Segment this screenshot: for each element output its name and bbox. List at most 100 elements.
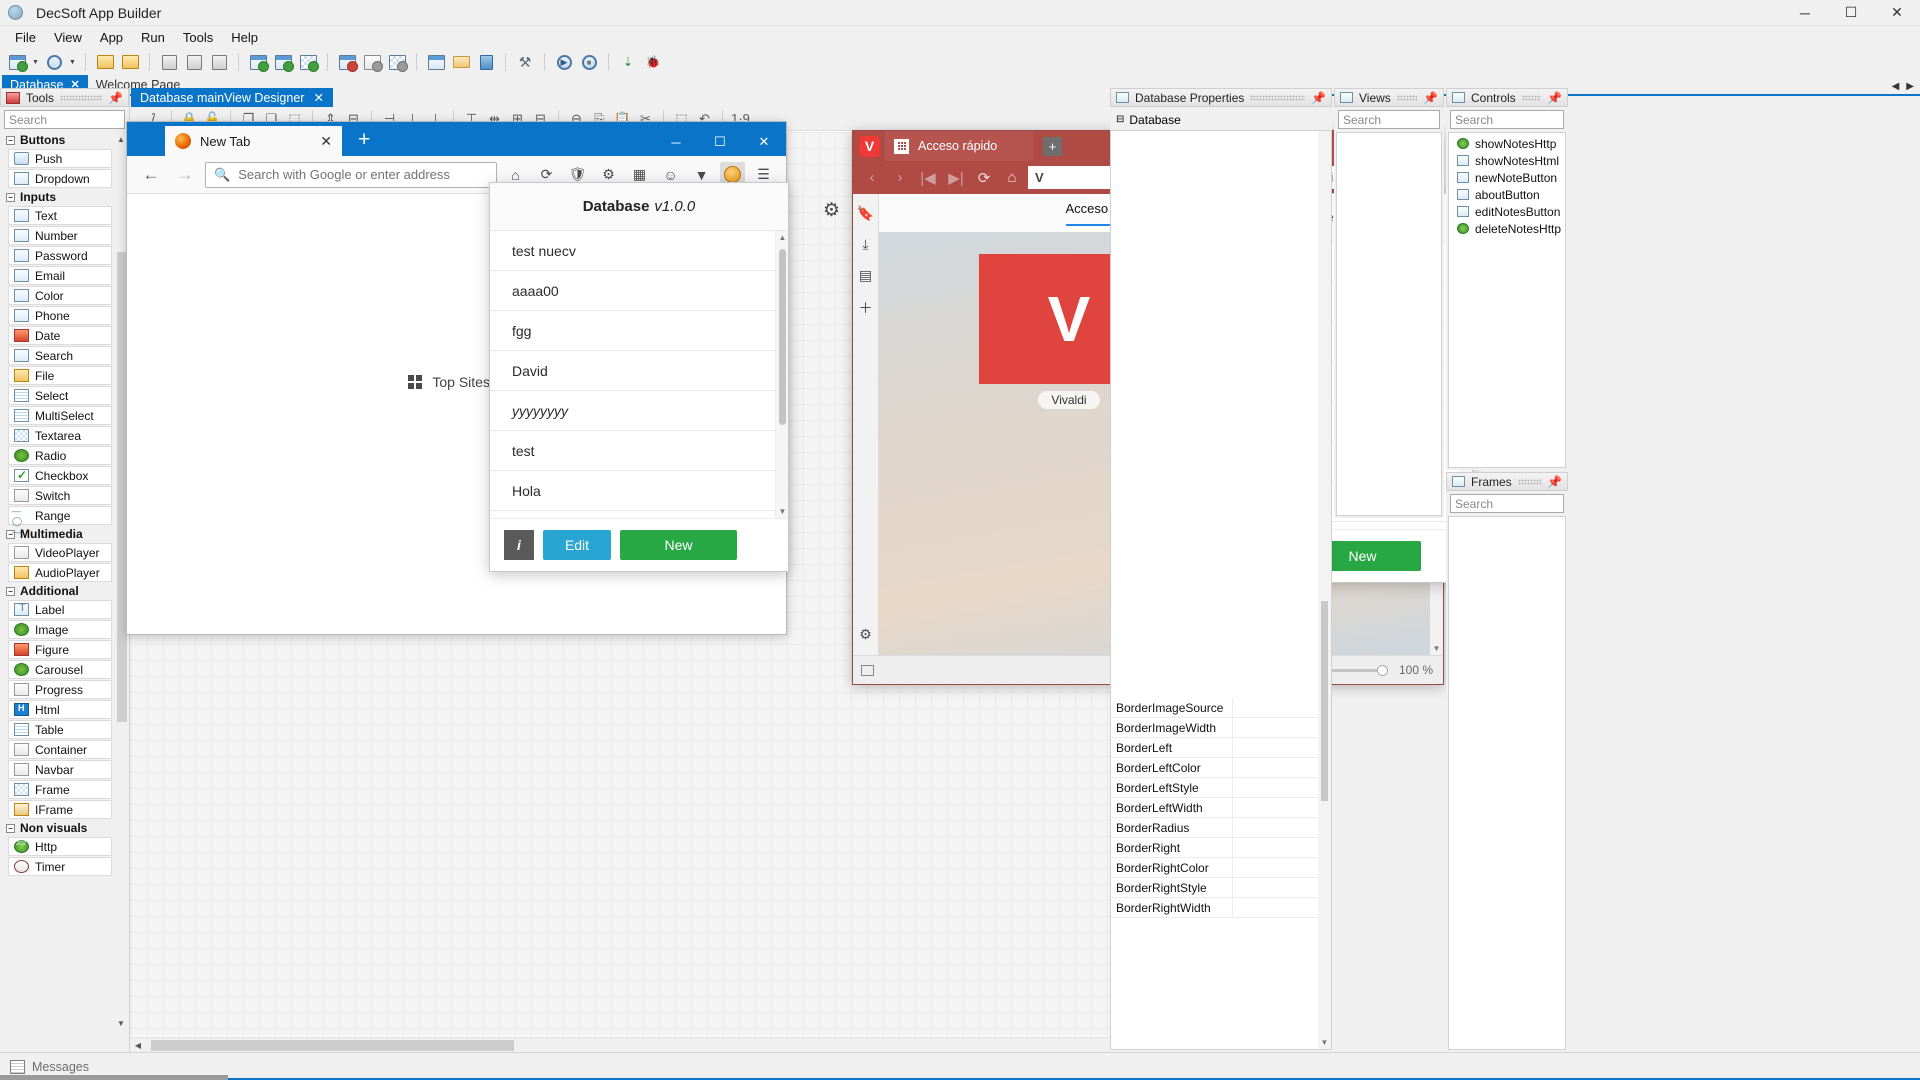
forward-arrow-icon[interactable]: › — [888, 166, 912, 190]
pin-icon[interactable]: 📌 — [1547, 475, 1562, 489]
remove-frame-button[interactable] — [386, 51, 408, 73]
tool-item-image[interactable]: Image — [8, 620, 112, 639]
scroll-down-icon[interactable]: ▼ — [1318, 1036, 1331, 1049]
tool-item-number[interactable]: Number — [8, 226, 112, 245]
tool-item-color[interactable]: Color — [8, 286, 112, 305]
add-view-button[interactable] — [247, 51, 269, 73]
tool-item-multiselect[interactable]: MultiSelect — [8, 406, 112, 425]
views-search-input[interactable]: Search — [1338, 110, 1440, 129]
tools-group-additional[interactable]: −Additional — [2, 583, 115, 599]
app-dialog-row[interactable]: fgg — [490, 311, 775, 351]
app-dialog-scroll-thumb[interactable] — [779, 249, 786, 425]
tools-search-input[interactable]: Search — [4, 110, 125, 129]
rewind-icon[interactable]: |◀ — [916, 166, 940, 190]
scroll-down-icon[interactable]: ▼ — [115, 1016, 127, 1030]
menu-item-tools[interactable]: Tools — [174, 28, 222, 47]
save-as-button[interactable] — [183, 51, 205, 73]
firefox-new-tab-button[interactable]: + — [358, 128, 370, 152]
frames-search-input[interactable]: Search — [1450, 494, 1564, 513]
tool-item-search[interactable]: Search — [8, 346, 112, 365]
menu-item-app[interactable]: App — [91, 28, 132, 47]
firefox-minimize-button[interactable]: ─ — [654, 135, 698, 150]
tool-item-figure[interactable]: Figure — [8, 640, 112, 659]
hscroll-left-icon[interactable]: ◀ — [131, 1038, 145, 1053]
tool-item-textarea[interactable]: Textarea — [8, 426, 112, 445]
collapse-icon[interactable]: − — [6, 193, 15, 202]
tool-item-checkbox[interactable]: Checkbox — [8, 466, 112, 485]
property-row[interactable]: BorderImageSource — [1111, 698, 1318, 718]
vivaldi-new-tab-button[interactable]: + — [1043, 137, 1062, 156]
gear-icon[interactable]: ⚙ — [823, 199, 840, 222]
tool-item-phone[interactable]: Phone — [8, 306, 112, 325]
control-list-item[interactable]: deleteNotesHttp — [1449, 220, 1565, 237]
app-dialog-row[interactable]: yyyyyyyy — [490, 391, 775, 431]
window-maximize-button[interactable]: ☐ — [1828, 0, 1874, 26]
tool-item-dropdown[interactable]: Dropdown — [8, 169, 112, 188]
app-dialog-row[interactable]: Hola — [490, 471, 775, 511]
collapse-icon[interactable]: − — [6, 136, 15, 145]
bookmark-icon[interactable]: 🔖 — [857, 205, 874, 222]
tool-item-label[interactable]: Label — [8, 600, 112, 619]
firefox-tab[interactable]: New Tab ✕ — [165, 126, 342, 156]
tools-group-inputs[interactable]: −Inputs — [2, 189, 115, 205]
property-value[interactable] — [1233, 898, 1318, 917]
reload-icon[interactable]: ⟳ — [972, 166, 996, 190]
pin-icon[interactable]: 📌 — [1547, 91, 1562, 105]
save-all-button[interactable] — [208, 51, 230, 73]
designer-tab-close-icon[interactable]: ✕ — [313, 90, 323, 105]
property-row[interactable]: BorderLeftWidth — [1111, 798, 1318, 818]
properties-grid[interactable]: BorderImageSourceBorderImageWidthBorderL… — [1110, 130, 1332, 1050]
info-button[interactable]: i — [504, 530, 534, 560]
build-options-button[interactable]: ⚒ — [514, 51, 536, 73]
scroll-down-icon[interactable]: ▼ — [776, 505, 788, 518]
tool-item-date[interactable]: Date — [8, 326, 112, 345]
download-icon[interactable]: ⤓ — [862, 236, 868, 253]
property-row[interactable]: BorderImageWidth — [1111, 718, 1318, 738]
property-value[interactable] — [1233, 798, 1318, 817]
tool-item-push[interactable]: Push — [8, 149, 112, 168]
property-row[interactable]: BorderLeftColor — [1111, 758, 1318, 778]
tool-item-password[interactable]: Password — [8, 246, 112, 265]
menu-item-run[interactable]: Run — [132, 28, 174, 47]
controls-list[interactable]: showNotesHttpshowNotesHtmlnewNoteButtona… — [1448, 132, 1566, 468]
edit-button[interactable]: Edit — [543, 530, 611, 560]
firefox-tab-close-icon[interactable]: ✕ — [320, 133, 332, 150]
capture-icon[interactable] — [861, 665, 874, 676]
back-arrow-icon[interactable]: ← — [137, 161, 165, 189]
open-recent-button[interactable] — [43, 51, 65, 73]
control-list-item[interactable]: aboutButton — [1449, 186, 1565, 203]
settings-gear-icon[interactable]: ⚙ — [859, 626, 872, 643]
tool-item-table[interactable]: Table — [8, 720, 112, 739]
tools-group-buttons[interactable]: −Buttons — [2, 132, 115, 148]
property-value[interactable] — [1233, 818, 1318, 837]
tool-item-email[interactable]: Email — [8, 266, 112, 285]
window-minimize-button[interactable]: ─ — [1782, 0, 1828, 26]
tool-item-html[interactable]: Html — [8, 700, 112, 719]
messages-label[interactable]: Messages — [32, 1060, 89, 1074]
tool-item-iframe[interactable]: IFrame — [8, 800, 112, 819]
menu-item-help[interactable]: Help — [222, 28, 267, 47]
property-value[interactable] — [1233, 838, 1318, 857]
firefox-maximize-button[interactable]: ☐ — [698, 134, 742, 150]
tool-item-http[interactable]: Http — [8, 837, 112, 856]
hscroll-thumb[interactable] — [151, 1040, 514, 1051]
property-row[interactable]: BorderLeft — [1111, 738, 1318, 758]
tool-item-progress[interactable]: Progress — [8, 680, 112, 699]
scroll-up-icon[interactable]: ▲ — [776, 231, 788, 244]
property-value[interactable] — [1233, 858, 1318, 877]
property-value[interactable] — [1233, 878, 1318, 897]
docs-button[interactable] — [475, 51, 497, 73]
notes-icon[interactable]: ▤ — [859, 267, 872, 284]
firefox-window[interactable]: New Tab ✕ + ─ ☐ ✕ ← → 🔍 Search with Goog… — [126, 121, 787, 635]
add-frame-button[interactable] — [297, 51, 319, 73]
app-dialog-row[interactable]: test — [490, 431, 775, 471]
properties-scrollbar[interactable]: ▼ — [1318, 131, 1331, 1049]
property-row[interactable]: BorderRight — [1111, 838, 1318, 858]
vivaldi-tab[interactable]: Acceso rápido — [885, 131, 1033, 161]
open-folder-button[interactable] — [119, 51, 141, 73]
run-button[interactable]: ▶ — [553, 51, 575, 73]
app-dialog-list-firefox[interactable]: test nuecvaaaa00fggDavidyyyyyyyytestHola… — [490, 231, 788, 518]
doc-tab-next-icon[interactable]: ▶ — [1906, 81, 1914, 92]
new-project-caret-icon[interactable]: ▼ — [31, 59, 40, 66]
views-list[interactable] — [1336, 132, 1442, 516]
